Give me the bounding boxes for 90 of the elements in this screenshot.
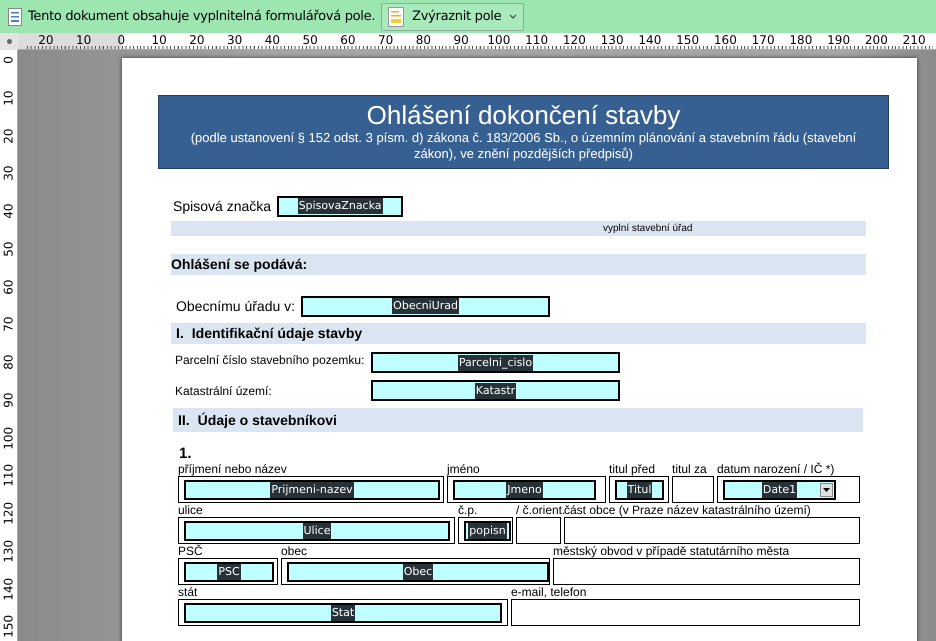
- field-label: datum narození / IČ *): [717, 462, 836, 476]
- note-text: vyplní stavební úřad: [603, 222, 692, 234]
- ruler-label: 70: [0, 315, 16, 334]
- ruler-label: 20: [178, 33, 216, 49]
- ruler-label: 0: [102, 33, 140, 49]
- ruler-corner: [0, 33, 18, 50]
- field-label: PSČ: [178, 544, 204, 558]
- ruler-label: 60: [329, 33, 367, 49]
- table-cell: [516, 517, 561, 544]
- field-label: stát: [178, 585, 198, 599]
- field-label: městský obvod v případě statutárního města: [553, 544, 790, 558]
- form-field[interactable]: ObecniUrad: [301, 296, 550, 316]
- field-label: č.p.: [458, 503, 478, 517]
- highlight-fields-button[interactable]: Zvýraznit pole: [381, 2, 524, 30]
- ruler-label: 150: [668, 33, 706, 49]
- field-label: titul před: [609, 462, 656, 476]
- field-label: jméno: [447, 462, 481, 476]
- dropdown-button[interactable]: [820, 482, 833, 496]
- section-heading: Údaje o stavebníkovi: [198, 410, 337, 430]
- form-field[interactable]: Katastr: [371, 380, 620, 401]
- ruler-label: 120: [0, 500, 16, 526]
- ruler-label: 180: [782, 33, 820, 49]
- document-icon: [388, 6, 404, 26]
- ruler-label: 90: [442, 33, 480, 49]
- ruler-label: 130: [0, 538, 16, 564]
- ruler-label: 30: [216, 33, 254, 49]
- infobar-message: Tento dokument obsahuje vyplnitelná formulářová pole.: [28, 8, 376, 26]
- ruler-label: 140: [0, 576, 16, 602]
- ruler-label: 150: [0, 614, 16, 640]
- form-field[interactable]: SpisovaZnacka: [277, 196, 404, 216]
- section-heading: Ohlášení se podává:: [171, 255, 308, 274]
- form-subtitle: (podle ustanovení § 152 odst. 3 písm. d) zákona č. 183/2006 Sb., o územním plánování a stavebním řádu (stavební zákon), ve znění pozdějších předpisů): [190, 130, 858, 162]
- ruler-label: 170: [744, 33, 782, 49]
- field-label: Spisová značka: [173, 196, 272, 216]
- ruler-label: 140: [631, 33, 669, 49]
- ruler-label: 190: [820, 33, 858, 49]
- ruler-label: 200: [858, 33, 896, 49]
- field-label: obec: [281, 544, 308, 558]
- ruler-label: 80: [404, 33, 442, 49]
- person-number: 1.: [179, 446, 193, 462]
- ruler-label: 110: [518, 33, 556, 49]
- form-field[interactable]: Jmeno: [453, 480, 596, 500]
- form-field[interactable]: Date1: [723, 480, 836, 500]
- form-field[interactable]: Parcelni_cislo: [371, 352, 620, 373]
- form-field[interactable]: Obec: [287, 562, 549, 582]
- section-number: II.: [178, 410, 190, 430]
- ruler-label: 40: [0, 202, 16, 221]
- field-label: Obecnímu úřadu v:: [176, 296, 296, 316]
- ruler-label: 20: [27, 33, 65, 49]
- document-icon: [8, 8, 22, 26]
- section-heading: Identifikační údaje stavby: [192, 324, 362, 343]
- caret-icon: [823, 488, 830, 492]
- section-number: I.: [176, 324, 184, 343]
- ruler-label: 90: [0, 390, 16, 410]
- ruler-label: 50: [291, 33, 329, 49]
- ruler-label: 80: [0, 353, 16, 372]
- ruler-label: 130: [593, 33, 631, 49]
- ruler-label: 20: [0, 126, 16, 146]
- field-label: část obce (v Praze název katastrálního území): [564, 503, 812, 517]
- caret-icon: [509, 14, 518, 19]
- ruler-label: 110: [0, 462, 16, 489]
- field-label: ulice: [178, 503, 204, 517]
- form-field[interactable]: Prijmeni-nazev: [184, 480, 440, 500]
- ruler-label: 10: [0, 88, 16, 108]
- ruler-label: 100: [0, 424, 16, 451]
- table-cell: [672, 476, 714, 503]
- form-title: Ohlášení dokončení stavby: [366, 100, 680, 130]
- ruler-label: 10: [64, 33, 102, 49]
- ruler-label: 50: [0, 240, 16, 258]
- ruler-label: 160: [706, 33, 744, 49]
- form-field[interactable]: Ulice: [184, 520, 450, 540]
- ruler-label: 30: [0, 164, 16, 183]
- field-label: Parcelní číslo stavebního pozemku:: [175, 352, 366, 367]
- ruler-label: 10: [140, 33, 178, 49]
- ruler-label: 0: [0, 55, 16, 66]
- field-label: příjmení nebo název: [178, 462, 288, 476]
- field-label: titul za: [672, 462, 708, 476]
- field-label: Katastrální území:: [175, 383, 273, 398]
- ruler-label: 120: [556, 33, 594, 49]
- ruler-label: 60: [0, 278, 16, 296]
- field-label: e-mail, telefon: [511, 585, 588, 599]
- ruler-label: 70: [366, 33, 404, 49]
- ruler-label: 40: [254, 33, 292, 49]
- ruler-label: 210: [895, 33, 933, 49]
- ruler-label: 100: [480, 33, 518, 49]
- form-field[interactable]: Titul: [615, 480, 664, 500]
- field-label: / č.orient.: [516, 503, 564, 517]
- form-field[interactable]: PSC: [184, 562, 274, 582]
- form-field[interactable]: Stat: [184, 602, 502, 622]
- form-field[interactable]: popisn: [464, 520, 511, 540]
